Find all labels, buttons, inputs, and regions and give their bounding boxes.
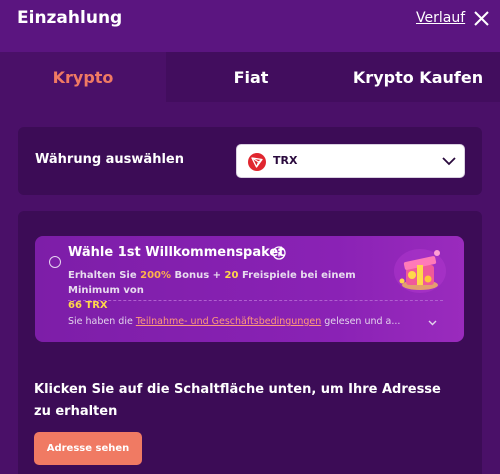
- selected-currency: TRX: [273, 154, 298, 167]
- tab-bar: Krypto Fiat Krypto Kaufen: [0, 52, 500, 102]
- terms-link[interactable]: Teilnahme- und Geschäftsbedingungen: [136, 316, 321, 327]
- divider: [68, 300, 443, 301]
- minimum-amount: 66 TRX: [68, 300, 108, 311]
- chevron-down-icon: [442, 157, 456, 166]
- gift-icon: [394, 249, 446, 293]
- currency-selector-panel: Währung auswählen TRX: [18, 127, 482, 195]
- show-address-button[interactable]: Adresse sehen: [34, 432, 142, 465]
- tab-krypto[interactable]: Krypto: [0, 52, 166, 102]
- info-icon[interactable]: [272, 246, 286, 260]
- tab-fiat[interactable]: Fiat: [166, 52, 336, 102]
- close-icon[interactable]: [474, 11, 489, 26]
- chevron-down-icon[interactable]: [428, 320, 437, 326]
- tab-krypto-kaufen[interactable]: Krypto Kaufen: [336, 52, 500, 102]
- address-instruction: Klicken Sie auf die Schaltfläche unten, …: [34, 382, 441, 419]
- currency-select[interactable]: TRX: [236, 144, 465, 178]
- terms-notice: Sie haben die Teilnahme- und Geschäftsbe…: [68, 316, 401, 327]
- page-title: Einzahlung: [17, 8, 123, 28]
- free-spins-count: 20: [224, 270, 239, 281]
- welcome-bonus-card[interactable]: Wähle 1st Willkommenspaket Erhalten Sie …: [35, 236, 464, 342]
- radio-icon[interactable]: [49, 256, 61, 268]
- trx-logo-icon: [248, 153, 266, 171]
- bonus-title: Wähle 1st Willkommenspaket: [68, 245, 285, 260]
- bonus-description: Erhalten Sie 200% Bonus + 20 Freispiele …: [68, 270, 356, 311]
- currency-label: Währung auswählen: [35, 152, 184, 167]
- bonus-percent: 200%: [140, 270, 172, 281]
- header: Einzahlung Verlauf: [0, 0, 500, 52]
- history-link[interactable]: Verlauf: [416, 10, 465, 26]
- deposit-panel: Wähle 1st Willkommenspaket Erhalten Sie …: [18, 211, 482, 474]
